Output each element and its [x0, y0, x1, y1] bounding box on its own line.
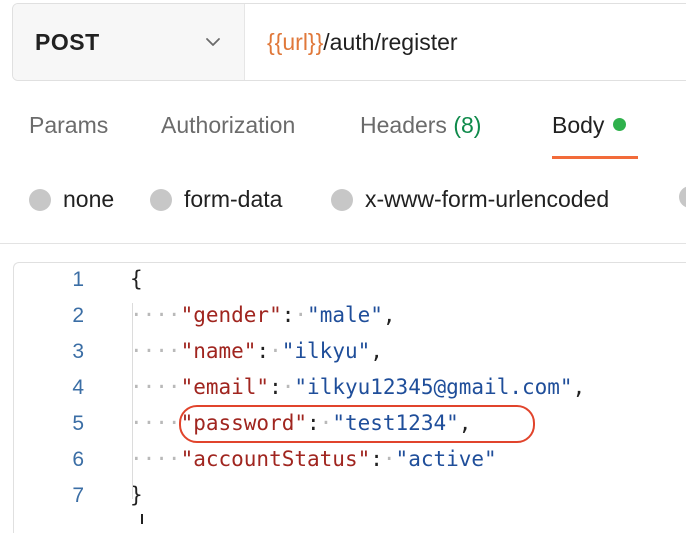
json-key: "email" [180, 375, 270, 399]
radio-circle-icon [331, 188, 353, 211]
method-select[interactable]: POST [13, 4, 245, 80]
tab-headers[interactable]: Headers (8) [360, 112, 481, 139]
code-text: ····"name":·"ilkyu", [130, 339, 383, 363]
trailing-comma: , [382, 303, 396, 327]
indent-dots: ···· [130, 375, 181, 399]
trailing-comma: , [370, 339, 383, 363]
radio-x-www-form-urlencoded[interactable]: x-www-form-urlencoded [331, 186, 609, 213]
radio-circle-icon [679, 186, 686, 208]
password-highlight-annotation [179, 405, 535, 443]
tab-body[interactable]: Body [552, 112, 627, 139]
request-bar: POST {{url}}/auth/register [12, 3, 686, 81]
line-number: 4 [72, 376, 84, 399]
tab-params[interactable]: Params [29, 112, 108, 139]
colon: : [256, 339, 270, 363]
line-number: 7 [72, 484, 84, 507]
json-value: "ilkyu" [281, 339, 371, 363]
url-input[interactable]: {{url}}/auth/register [245, 4, 458, 80]
tab-body-label: Body [552, 112, 605, 138]
body-status-dot-icon [613, 118, 627, 131]
code-line: 7 } [14, 479, 686, 515]
radio-none[interactable]: none [29, 186, 114, 213]
json-key: "name" [180, 339, 257, 363]
indent-dots: ···· [130, 447, 181, 471]
radio-urlencoded-label: x-www-form-urlencoded [365, 186, 610, 212]
space-dot: · [294, 303, 308, 327]
space-dot: · [382, 447, 396, 471]
url-variable: {{url}} [267, 28, 324, 55]
tab-authorization[interactable]: Authorization [161, 112, 295, 139]
space-dot: · [281, 375, 295, 399]
chevron-down-icon [206, 38, 220, 46]
radio-circle-icon [29, 188, 51, 211]
code-line: 6 ····"accountStatus":·"active" [14, 443, 686, 479]
indent-dots: ···· [130, 339, 181, 363]
json-value: "ilkyu12345@gmail.com" [294, 375, 573, 399]
code-text: { [130, 267, 143, 291]
code-text: ····"email":·"ilkyu12345@gmail.com", [130, 375, 585, 399]
radio-form-data-label: form-data [184, 186, 283, 212]
tab-params-label: Params [29, 112, 109, 138]
line-number: 2 [72, 304, 84, 327]
json-key: "gender" [180, 303, 282, 327]
body-editor[interactable]: 1 { 2 ····"gender":·"male", 3 ····"name"… [13, 262, 686, 533]
trailing-comma: , [572, 375, 586, 399]
headers-count-badge: (8) [453, 112, 482, 138]
space-dot: · [269, 339, 282, 363]
colon: : [370, 447, 383, 471]
tab-headers-label: Headers [360, 112, 447, 138]
code-line: 2 ····"gender":·"male", [14, 299, 686, 335]
code-text: ····"accountStatus":·"active" [130, 447, 497, 471]
radio-none-label: none [63, 186, 115, 212]
colon: : [281, 303, 295, 327]
code-text: ····"gender":·"male", [130, 303, 396, 327]
code-line: 4 ····"email":·"ilkyu12345@gmail.com", [14, 371, 686, 407]
json-value: "male" [307, 303, 383, 327]
line-number: 5 [72, 412, 84, 435]
code-line: 3 ····"name":·"ilkyu", [14, 335, 686, 371]
url-path: /auth/register [323, 28, 458, 55]
colon: : [269, 375, 282, 399]
tab-authorization-label: Authorization [161, 112, 296, 138]
line-number: 1 [72, 268, 84, 291]
section-divider [0, 243, 686, 244]
text-cursor [141, 514, 143, 524]
radio-form-data[interactable]: form-data [150, 186, 282, 213]
indent-dots: ···· [130, 303, 181, 327]
method-label: POST [35, 28, 100, 55]
radio-raw[interactable] [679, 186, 686, 208]
radio-circle-icon [150, 188, 172, 211]
open-brace: { [130, 267, 143, 291]
json-value: "active" [395, 447, 497, 471]
indent-guide [132, 303, 133, 499]
active-tab-underline [552, 156, 638, 159]
line-number: 6 [72, 448, 84, 471]
line-number: 3 [72, 340, 84, 363]
code-line: 1 { [14, 263, 686, 299]
json-key: "accountStatus" [180, 447, 371, 471]
indent-dots: ···· [130, 411, 181, 435]
